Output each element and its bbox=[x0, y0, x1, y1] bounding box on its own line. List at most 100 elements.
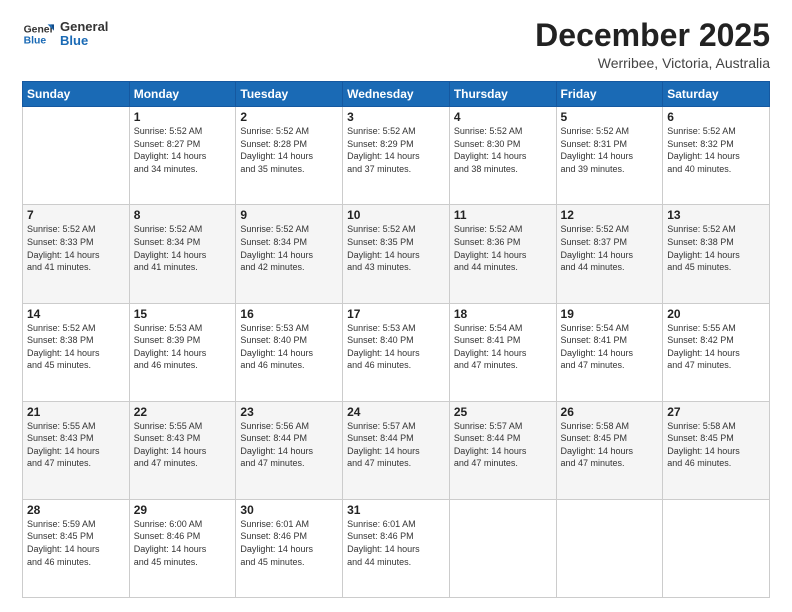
cell-info: Sunrise: 6:01 AM Sunset: 8:46 PM Dayligh… bbox=[347, 518, 445, 568]
calendar-cell: 19Sunrise: 5:54 AM Sunset: 8:41 PM Dayli… bbox=[556, 303, 663, 401]
day-number: 5 bbox=[561, 110, 659, 124]
calendar-cell: 16Sunrise: 5:53 AM Sunset: 8:40 PM Dayli… bbox=[236, 303, 343, 401]
week-row-2: 7Sunrise: 5:52 AM Sunset: 8:33 PM Daylig… bbox=[23, 205, 770, 303]
day-number: 17 bbox=[347, 307, 445, 321]
day-number: 22 bbox=[134, 405, 232, 419]
logo-text-blue: Blue bbox=[60, 34, 108, 48]
logo-text-general: General bbox=[60, 20, 108, 34]
col-header-monday: Monday bbox=[129, 82, 236, 107]
cell-info: Sunrise: 5:53 AM Sunset: 8:40 PM Dayligh… bbox=[347, 322, 445, 372]
cell-info: Sunrise: 5:55 AM Sunset: 8:43 PM Dayligh… bbox=[134, 420, 232, 470]
calendar: SundayMondayTuesdayWednesdayThursdayFrid… bbox=[22, 81, 770, 598]
day-number: 18 bbox=[454, 307, 552, 321]
day-number: 31 bbox=[347, 503, 445, 517]
calendar-cell: 6Sunrise: 5:52 AM Sunset: 8:32 PM Daylig… bbox=[663, 107, 770, 205]
day-number: 23 bbox=[240, 405, 338, 419]
day-number: 19 bbox=[561, 307, 659, 321]
calendar-cell: 1Sunrise: 5:52 AM Sunset: 8:27 PM Daylig… bbox=[129, 107, 236, 205]
cell-info: Sunrise: 5:55 AM Sunset: 8:42 PM Dayligh… bbox=[667, 322, 765, 372]
calendar-cell bbox=[663, 499, 770, 597]
calendar-cell: 7Sunrise: 5:52 AM Sunset: 8:33 PM Daylig… bbox=[23, 205, 130, 303]
cell-info: Sunrise: 5:54 AM Sunset: 8:41 PM Dayligh… bbox=[454, 322, 552, 372]
col-header-sunday: Sunday bbox=[23, 82, 130, 107]
calendar-cell: 25Sunrise: 5:57 AM Sunset: 8:44 PM Dayli… bbox=[449, 401, 556, 499]
day-number: 15 bbox=[134, 307, 232, 321]
day-number: 1 bbox=[134, 110, 232, 124]
day-number: 26 bbox=[561, 405, 659, 419]
calendar-cell: 17Sunrise: 5:53 AM Sunset: 8:40 PM Dayli… bbox=[343, 303, 450, 401]
day-number: 24 bbox=[347, 405, 445, 419]
cell-info: Sunrise: 5:52 AM Sunset: 8:38 PM Dayligh… bbox=[27, 322, 125, 372]
day-number: 14 bbox=[27, 307, 125, 321]
cell-info: Sunrise: 5:52 AM Sunset: 8:27 PM Dayligh… bbox=[134, 125, 232, 175]
cell-info: Sunrise: 5:52 AM Sunset: 8:29 PM Dayligh… bbox=[347, 125, 445, 175]
calendar-cell: 12Sunrise: 5:52 AM Sunset: 8:37 PM Dayli… bbox=[556, 205, 663, 303]
day-number: 6 bbox=[667, 110, 765, 124]
calendar-cell: 5Sunrise: 5:52 AM Sunset: 8:31 PM Daylig… bbox=[556, 107, 663, 205]
day-number: 21 bbox=[27, 405, 125, 419]
cell-info: Sunrise: 5:54 AM Sunset: 8:41 PM Dayligh… bbox=[561, 322, 659, 372]
calendar-cell: 20Sunrise: 5:55 AM Sunset: 8:42 PM Dayli… bbox=[663, 303, 770, 401]
cell-info: Sunrise: 5:52 AM Sunset: 8:37 PM Dayligh… bbox=[561, 223, 659, 273]
calendar-cell: 10Sunrise: 5:52 AM Sunset: 8:35 PM Dayli… bbox=[343, 205, 450, 303]
calendar-cell: 27Sunrise: 5:58 AM Sunset: 8:45 PM Dayli… bbox=[663, 401, 770, 499]
title-block: December 2025 Werribee, Victoria, Austra… bbox=[535, 18, 770, 71]
day-number: 12 bbox=[561, 208, 659, 222]
calendar-cell: 18Sunrise: 5:54 AM Sunset: 8:41 PM Dayli… bbox=[449, 303, 556, 401]
calendar-cell: 21Sunrise: 5:55 AM Sunset: 8:43 PM Dayli… bbox=[23, 401, 130, 499]
cell-info: Sunrise: 5:52 AM Sunset: 8:38 PM Dayligh… bbox=[667, 223, 765, 273]
calendar-cell: 24Sunrise: 5:57 AM Sunset: 8:44 PM Dayli… bbox=[343, 401, 450, 499]
day-number: 10 bbox=[347, 208, 445, 222]
logo-icon: General Blue bbox=[22, 18, 54, 50]
cell-info: Sunrise: 5:52 AM Sunset: 8:36 PM Dayligh… bbox=[454, 223, 552, 273]
day-number: 27 bbox=[667, 405, 765, 419]
cell-info: Sunrise: 6:00 AM Sunset: 8:46 PM Dayligh… bbox=[134, 518, 232, 568]
cell-info: Sunrise: 5:53 AM Sunset: 8:39 PM Dayligh… bbox=[134, 322, 232, 372]
calendar-cell: 13Sunrise: 5:52 AM Sunset: 8:38 PM Dayli… bbox=[663, 205, 770, 303]
week-row-3: 14Sunrise: 5:52 AM Sunset: 8:38 PM Dayli… bbox=[23, 303, 770, 401]
cell-info: Sunrise: 5:52 AM Sunset: 8:35 PM Dayligh… bbox=[347, 223, 445, 273]
cell-info: Sunrise: 5:58 AM Sunset: 8:45 PM Dayligh… bbox=[667, 420, 765, 470]
calendar-cell: 28Sunrise: 5:59 AM Sunset: 8:45 PM Dayli… bbox=[23, 499, 130, 597]
day-number: 25 bbox=[454, 405, 552, 419]
week-row-5: 28Sunrise: 5:59 AM Sunset: 8:45 PM Dayli… bbox=[23, 499, 770, 597]
day-number: 20 bbox=[667, 307, 765, 321]
svg-text:Blue: Blue bbox=[24, 36, 47, 47]
calendar-cell bbox=[23, 107, 130, 205]
cell-info: Sunrise: 5:53 AM Sunset: 8:40 PM Dayligh… bbox=[240, 322, 338, 372]
month-title: December 2025 bbox=[535, 18, 770, 53]
day-number: 7 bbox=[27, 208, 125, 222]
calendar-cell: 14Sunrise: 5:52 AM Sunset: 8:38 PM Dayli… bbox=[23, 303, 130, 401]
col-header-thursday: Thursday bbox=[449, 82, 556, 107]
header: General Blue General Blue December 2025 … bbox=[22, 18, 770, 71]
cell-info: Sunrise: 5:52 AM Sunset: 8:34 PM Dayligh… bbox=[240, 223, 338, 273]
day-number: 2 bbox=[240, 110, 338, 124]
day-number: 30 bbox=[240, 503, 338, 517]
week-row-1: 1Sunrise: 5:52 AM Sunset: 8:27 PM Daylig… bbox=[23, 107, 770, 205]
calendar-cell: 15Sunrise: 5:53 AM Sunset: 8:39 PM Dayli… bbox=[129, 303, 236, 401]
calendar-cell bbox=[556, 499, 663, 597]
calendar-cell: 23Sunrise: 5:56 AM Sunset: 8:44 PM Dayli… bbox=[236, 401, 343, 499]
day-number: 3 bbox=[347, 110, 445, 124]
calendar-cell: 8Sunrise: 5:52 AM Sunset: 8:34 PM Daylig… bbox=[129, 205, 236, 303]
col-header-wednesday: Wednesday bbox=[343, 82, 450, 107]
cell-info: Sunrise: 5:52 AM Sunset: 8:30 PM Dayligh… bbox=[454, 125, 552, 175]
cell-info: Sunrise: 5:52 AM Sunset: 8:31 PM Dayligh… bbox=[561, 125, 659, 175]
cell-info: Sunrise: 5:52 AM Sunset: 8:28 PM Dayligh… bbox=[240, 125, 338, 175]
cell-info: Sunrise: 5:52 AM Sunset: 8:32 PM Dayligh… bbox=[667, 125, 765, 175]
col-header-friday: Friday bbox=[556, 82, 663, 107]
logo: General Blue General Blue bbox=[22, 18, 108, 50]
cell-info: Sunrise: 5:56 AM Sunset: 8:44 PM Dayligh… bbox=[240, 420, 338, 470]
calendar-cell bbox=[449, 499, 556, 597]
calendar-cell: 30Sunrise: 6:01 AM Sunset: 8:46 PM Dayli… bbox=[236, 499, 343, 597]
day-number: 29 bbox=[134, 503, 232, 517]
day-number: 8 bbox=[134, 208, 232, 222]
col-header-saturday: Saturday bbox=[663, 82, 770, 107]
calendar-cell: 2Sunrise: 5:52 AM Sunset: 8:28 PM Daylig… bbox=[236, 107, 343, 205]
day-number: 28 bbox=[27, 503, 125, 517]
calendar-cell: 4Sunrise: 5:52 AM Sunset: 8:30 PM Daylig… bbox=[449, 107, 556, 205]
day-number: 4 bbox=[454, 110, 552, 124]
calendar-header-row: SundayMondayTuesdayWednesdayThursdayFrid… bbox=[23, 82, 770, 107]
calendar-cell: 3Sunrise: 5:52 AM Sunset: 8:29 PM Daylig… bbox=[343, 107, 450, 205]
cell-info: Sunrise: 5:58 AM Sunset: 8:45 PM Dayligh… bbox=[561, 420, 659, 470]
